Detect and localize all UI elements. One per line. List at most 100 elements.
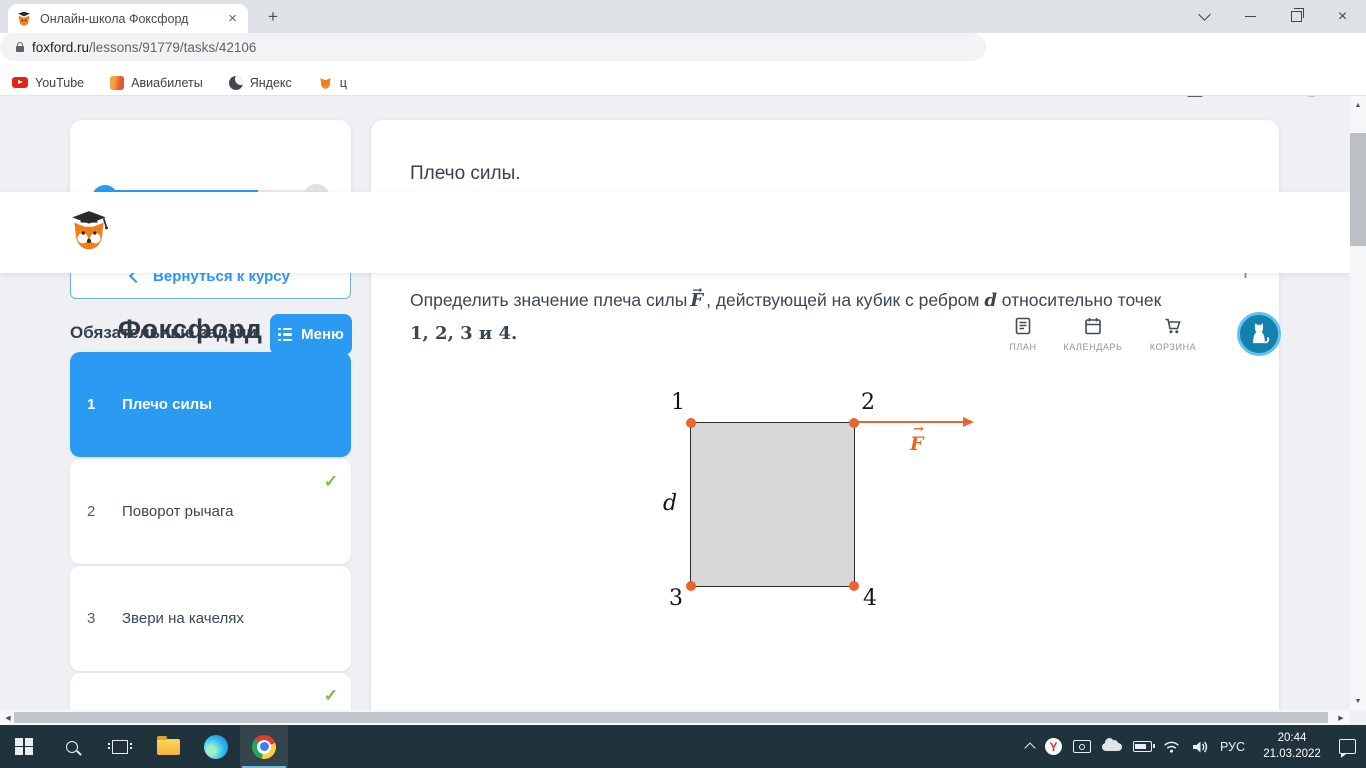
new-tab-button[interactable]: +	[260, 5, 286, 29]
foxford-header: Фоксфорд Меню ПЛАН КАЛЕНДАРЬ КОРЗИНА	[0, 192, 1350, 356]
force-arrow-head	[963, 416, 974, 427]
bookmark-aviabilety[interactable]: Авиабилеты	[110, 75, 203, 90]
folder-icon	[156, 735, 180, 755]
search-button[interactable]	[48, 725, 96, 768]
tray-expand-chevron-icon[interactable]	[1024, 742, 1036, 754]
battery-icon[interactable]	[1132, 741, 1155, 752]
url-text[interactable]: foxford.ru/lessons/91779/tasks/42106	[32, 40, 256, 55]
nav-cart[interactable]: КОРЗИНА	[1133, 316, 1213, 352]
problem-part-2: , действующей на кубик с ребром	[706, 290, 980, 310]
problem-part-3: относительно точек	[1001, 290, 1162, 310]
bookmark-label: Авиабилеты	[131, 75, 203, 90]
user-avatar[interactable]	[1237, 312, 1281, 356]
menu-label: Меню	[301, 326, 344, 343]
force-label-F: → F	[910, 423, 924, 454]
plan-icon	[1015, 317, 1031, 335]
scroll-right-icon[interactable]: ▶	[1334, 710, 1348, 725]
fox-icon	[320, 78, 331, 89]
window-minimize-button[interactable]	[1227, 0, 1273, 33]
start-button[interactable]	[0, 725, 48, 768]
window-close-button[interactable]: ×	[1319, 0, 1366, 33]
calendar-icon	[1085, 318, 1101, 335]
page-viewport: 8 Вернуться к курсу Обязательные задачи …	[0, 96, 1350, 710]
cast-screen-icon[interactable]	[1072, 740, 1091, 753]
edge-label-d: d	[663, 491, 678, 516]
task-view-icon	[108, 739, 132, 754]
menu-list-icon	[278, 327, 293, 342]
bookmark-label: Яндекс	[249, 75, 292, 90]
task-card: Определить значение плеча силы → F, действ…	[371, 233, 1279, 710]
nav-plan[interactable]: ПЛАН	[983, 316, 1063, 352]
point-1-dot	[686, 418, 696, 428]
globe-icon	[228, 75, 243, 90]
volume-icon[interactable]	[1191, 739, 1209, 755]
browser-tab[interactable]: Онлайн-школа Фоксфорд ×	[8, 4, 248, 33]
chrome-icon	[252, 734, 276, 759]
corner-label-3: 3	[669, 586, 683, 611]
scroll-down-icon[interactable]: ▼	[1350, 694, 1366, 708]
browser-tab-strip: Онлайн-школа Фоксфорд × + ×	[0, 0, 1366, 33]
action-center-icon[interactable]	[1339, 739, 1356, 758]
scroll-left-icon[interactable]: ◀	[1, 710, 15, 725]
corner-label-2: 2	[861, 390, 875, 415]
force-symbol: → F	[690, 283, 703, 316]
problem-line-1: Определить значение плеча силы → F, действ…	[410, 283, 1250, 316]
tray-time: 20:44	[1277, 731, 1307, 744]
bookmark-foxford[interactable]: ц	[318, 75, 347, 90]
url-path: /lessons/91779/tasks/42106	[89, 39, 257, 55]
task-done-check-icon: ✓	[323, 472, 338, 491]
sidebar-task-3[interactable]: 3 Звери на качелях	[70, 566, 351, 671]
task-label: Звери на качелях	[122, 610, 244, 627]
sidebar-task-1[interactable]: 1 Плечо силы	[70, 352, 351, 457]
window-restore-button[interactable]	[1273, 0, 1319, 33]
language-indicator[interactable]: РУС	[1220, 740, 1245, 754]
vertical-scroll-thumb[interactable]	[1350, 133, 1366, 246]
bookmark-yandex[interactable]: Яндекс	[228, 75, 292, 90]
file-explorer-button[interactable]	[144, 725, 192, 768]
windows-logo-icon	[15, 737, 33, 756]
previous-task-title: Плечо силы.	[410, 163, 521, 184]
task-number: 2	[87, 503, 96, 520]
nav-plan-label: ПЛАН	[1009, 342, 1037, 352]
yandex-browser-tray-icon[interactable]: Y	[1044, 738, 1062, 755]
problem-part-1: Определить значение плеча силы	[410, 290, 688, 310]
tab-title: Онлайн-школа Фоксфорд	[40, 11, 189, 26]
sidebar-task-4[interactable]: ✓	[70, 673, 351, 710]
wifi-icon[interactable]	[1163, 739, 1180, 754]
task-label: Плечо силы	[122, 396, 213, 413]
brand-name[interactable]: Фоксфорд	[118, 314, 262, 345]
horizontal-scroll-thumb[interactable]	[14, 712, 1328, 723]
task-view-button[interactable]	[96, 725, 144, 768]
clock[interactable]: 20:44 21.03.2022	[1256, 731, 1328, 762]
bookmark-youtube[interactable]: YouTube	[12, 76, 84, 90]
bookmarks-bar: YouTube Авиабилеты Яндекс ц	[0, 70, 1366, 96]
nav-calendar[interactable]: КАЛЕНДАРЬ	[1053, 316, 1133, 352]
bookmark-label: ц	[339, 75, 347, 90]
tray-date: 21.03.2022	[1263, 747, 1321, 760]
aviabilety-icon	[110, 75, 125, 90]
vector-arrow: →	[692, 283, 703, 297]
system-tray: Y РУС 20:44 21.03.2022	[1024, 725, 1356, 768]
corner-label-4: 4	[863, 586, 877, 611]
sidebar-task-2[interactable]: ✓ 2 Поворот рычага	[70, 459, 351, 564]
task-done-check-icon: ✓	[323, 686, 338, 705]
task-number: 1	[87, 396, 96, 413]
tab-close-icon[interactable]: ×	[225, 11, 240, 26]
tab-search-chevron-icon[interactable]	[1181, 0, 1227, 33]
foxford-favicon	[18, 11, 30, 26]
url-domain: foxford.ru	[32, 39, 90, 55]
browser-toolbar: ← → ↻ foxford.ru/lessons/91779/tasks/421…	[0, 33, 1366, 98]
edge-button[interactable]	[192, 725, 240, 768]
search-icon	[66, 740, 78, 753]
corner-label-1: 1	[671, 390, 685, 415]
edge-icon	[204, 734, 228, 759]
chrome-button[interactable]	[240, 725, 288, 768]
point-3-dot	[686, 581, 696, 591]
cube-diagram: 1 2 3 4 d → F	[663, 392, 974, 610]
onedrive-cloud-icon[interactable]	[1101, 737, 1122, 751]
menu-button[interactable]: Меню	[270, 314, 352, 355]
nav-calendar-label: КАЛЕНДАРЬ	[1063, 342, 1123, 352]
address-bar[interactable]: foxford.ru/lessons/91779/tasks/42106	[0, 33, 986, 61]
foxford-logo[interactable]	[66, 209, 112, 255]
scroll-up-icon[interactable]: ▲	[1350, 98, 1366, 112]
